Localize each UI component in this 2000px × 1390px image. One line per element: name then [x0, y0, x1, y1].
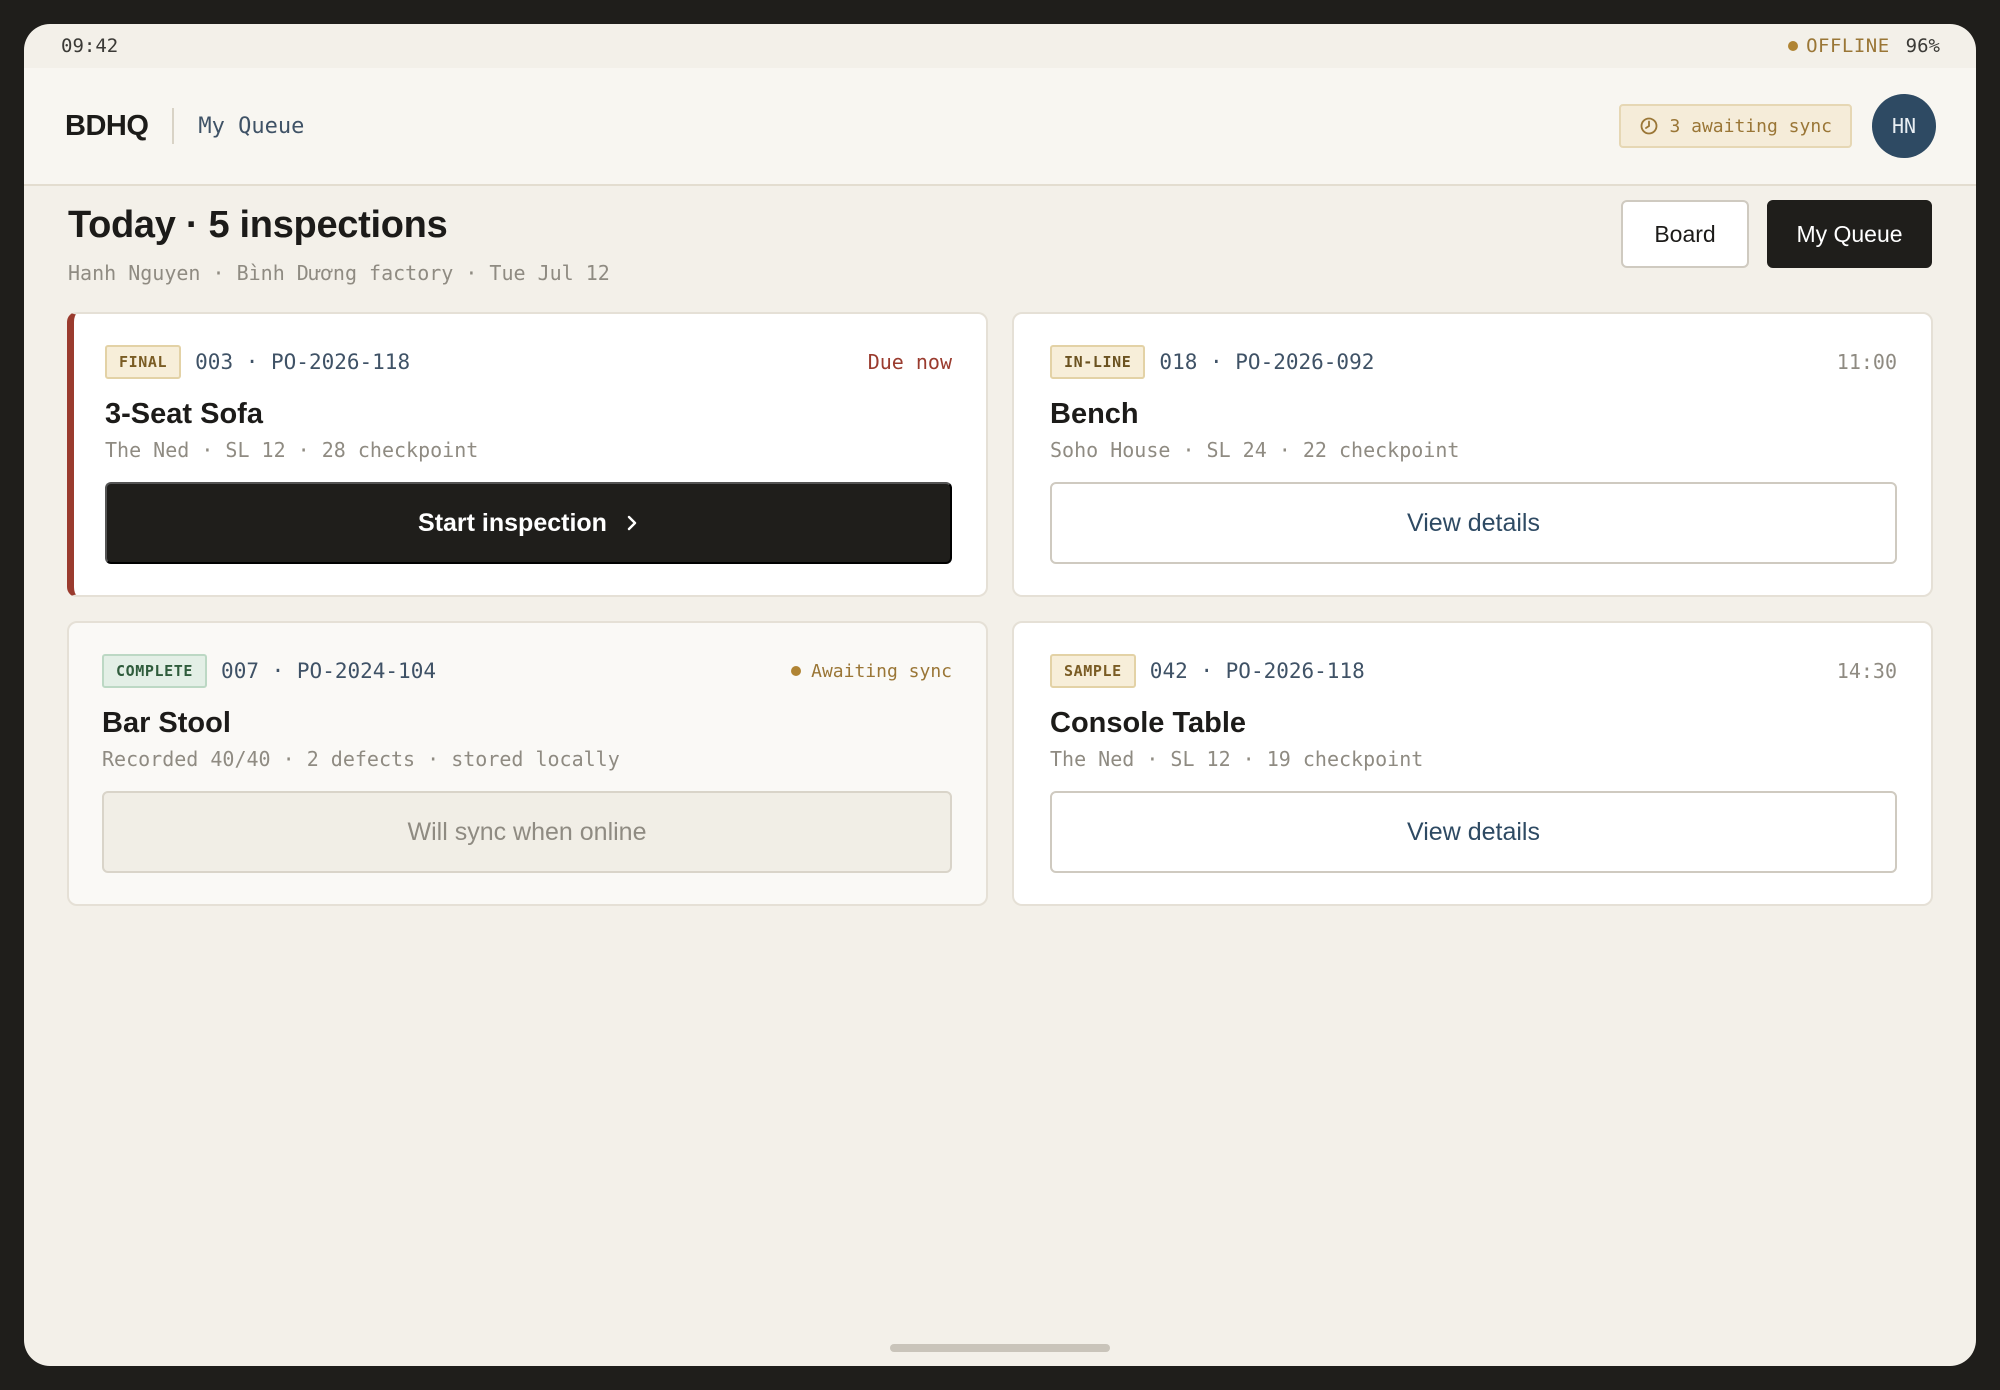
app-header: BDHQ My Queue 3 awaiting sync HN [24, 68, 1976, 186]
sync-pill-label: 3 awaiting sync [1669, 115, 1832, 137]
board-view-button[interactable]: Board [1621, 200, 1749, 268]
page-meta: Hanh Nguyen · Bình Dương factory · Tue J… [68, 261, 610, 285]
card-reference: 007 · PO-2024-104 [221, 659, 436, 683]
section-title: My Queue [198, 113, 305, 139]
card-details: Recorded 40/40 · 2 defects · stored loca… [102, 747, 620, 771]
card-header: IN-LINE 018 · PO-2026-092 11:00 [1050, 344, 1897, 380]
status-time: 09:42 [61, 35, 119, 57]
brand-logo[interactable]: BDHQ [65, 110, 149, 143]
card-id-group: IN-LINE 018 · PO-2026-092 [1050, 345, 1374, 379]
start-inspection-button[interactable]: Start inspection [105, 482, 952, 564]
due-status: Due now [867, 350, 952, 374]
view-details-button[interactable]: View details [1050, 791, 1897, 873]
page-heading: Today · 5 inspections Hanh Nguyen · Bình… [68, 204, 610, 285]
battery-level: 96% [1905, 35, 1940, 57]
card-reference: 042 · PO-2026-118 [1149, 659, 1365, 683]
start-inspection-label: Start inspection [418, 508, 607, 537]
my-queue-view-button[interactable]: My Queue [1767, 200, 1932, 268]
sync-status-label: Awaiting sync [811, 660, 952, 682]
inspection-type-tag: COMPLETE [102, 654, 208, 688]
view-details-button[interactable]: View details [1050, 482, 1897, 564]
product-name: Bench [1050, 398, 1139, 430]
view-toggle: Board My Queue [1621, 200, 1932, 268]
sync-pending-button: Will sync when online [102, 791, 952, 873]
scheduled-time: 11:00 [1836, 350, 1897, 374]
header-left: BDHQ My Queue [65, 108, 304, 144]
header-right: 3 awaiting sync HN [1619, 94, 1936, 158]
status-indicators: OFFLINE 96% [1788, 35, 1940, 57]
card-header: SAMPLE 042 · PO-2026-118 14:30 [1050, 653, 1897, 689]
product-name: Console Table [1050, 707, 1247, 739]
card-details: Soho House · SL 24 · 22 checkpoint [1050, 438, 1460, 462]
awaiting-sync-dot-icon [791, 666, 802, 676]
inspection-card: FINAL 003 · PO-2026-118 Due now 3-Seat S… [67, 312, 988, 597]
clock-sync-icon [1641, 117, 1658, 135]
network-status: OFFLINE [1806, 35, 1890, 57]
header-divider [172, 108, 175, 144]
sync-status-pill[interactable]: 3 awaiting sync [1619, 104, 1852, 148]
inspection-card: IN-LINE 018 · PO-2026-092 11:00 Bench So… [1012, 312, 1933, 597]
card-details: The Ned · SL 12 · 28 checkpoint [105, 438, 479, 462]
card-header: FINAL 003 · PO-2026-118 Due now [105, 344, 952, 380]
chevron-right-icon [627, 515, 637, 531]
card-header: COMPLETE 007 · PO-2024-104 Awaiting sync [102, 653, 952, 689]
card-id-group: FINAL 003 · PO-2026-118 [105, 345, 410, 379]
app-screen: 09:42 OFFLINE 96% BDHQ My Queue 3 awaiti… [24, 24, 1976, 1366]
page-title: Today · 5 inspections [68, 204, 448, 246]
card-id-group: SAMPLE 042 · PO-2026-118 [1050, 654, 1365, 688]
status-bar: 09:42 OFFLINE 96% [24, 24, 1976, 68]
inspection-card: SAMPLE 042 · PO-2026-118 14:30 Console T… [1012, 621, 1933, 906]
card-reference: 003 · PO-2026-118 [195, 350, 411, 374]
inspection-type-tag: SAMPLE [1050, 654, 1136, 688]
offline-dot-icon [1788, 41, 1799, 51]
card-reference: 018 · PO-2026-092 [1159, 350, 1375, 374]
avatar[interactable]: HN [1872, 94, 1936, 158]
product-name: 3-Seat Sofa [105, 398, 263, 430]
inspection-type-tag: IN-LINE [1050, 345, 1146, 379]
scheduled-time: 14:30 [1836, 659, 1897, 683]
inspection-type-tag: FINAL [105, 345, 182, 379]
inspection-card: COMPLETE 007 · PO-2024-104 Awaiting sync… [67, 621, 988, 906]
sync-status: Awaiting sync [791, 661, 952, 682]
card-details: The Ned · SL 12 · 19 checkpoint [1050, 747, 1424, 771]
product-name: Bar Stool [102, 707, 231, 739]
card-id-group: COMPLETE 007 · PO-2024-104 [102, 654, 436, 688]
home-indicator[interactable] [890, 1344, 1110, 1352]
